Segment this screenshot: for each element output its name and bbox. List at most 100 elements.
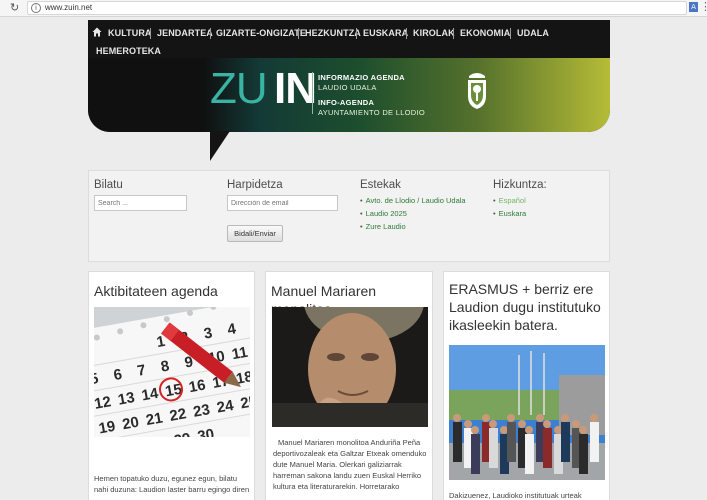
links-title: Estekak <box>360 179 401 191</box>
person-head <box>590 414 598 422</box>
calendar-day: 11 <box>230 344 249 363</box>
person-head <box>471 426 479 434</box>
language-label: Euskara <box>498 209 527 218</box>
person-head <box>572 420 580 428</box>
person-silhouette <box>453 422 462 462</box>
portrait-photo[interactable] <box>272 307 428 427</box>
home-icon[interactable] <box>92 27 102 37</box>
calendar-day: 19 <box>97 418 116 437</box>
group-photo-illustration <box>449 345 605 480</box>
link-laudio-2025[interactable]: • Laudio 2025 <box>360 209 407 218</box>
card-manuel-maria[interactable]: Manuel Mariaren monolitoa Manuel Mariare… <box>265 271 433 500</box>
person-head <box>579 426 587 434</box>
link-zure-laudio[interactable]: • Zure Laudio <box>360 222 406 231</box>
language-option-espanol[interactable]: • Español <box>493 196 526 205</box>
excerpt-line: Hemen topatuko duzu, egunez egun, bilatu <box>94 474 238 483</box>
nav-item-kirolak[interactable]: KIROLAK <box>413 28 455 38</box>
email-input[interactable] <box>227 195 338 211</box>
logo-zu[interactable]: ZU <box>210 67 268 111</box>
person-head <box>543 420 551 428</box>
nav-item-gizarte-ongizate[interactable]: GIZARTE-ONGIZATE <box>216 28 306 38</box>
nav-separator <box>510 28 511 39</box>
card-title[interactable]: Aktibitateen agenda <box>94 282 218 300</box>
calendar-day: 16 <box>188 377 207 397</box>
person-silhouette <box>561 422 570 462</box>
nav-item-jendartea[interactable]: JENDARTEA <box>157 28 213 38</box>
person-head <box>518 420 526 428</box>
info-panel: Bilatu Harpidetza Bidali/Enviar Estekak … <box>88 170 610 262</box>
nav-separator <box>298 28 299 39</box>
person-head <box>482 414 490 422</box>
municipal-crest-icon <box>468 73 486 109</box>
translate-icon[interactable]: A <box>689 2 698 12</box>
browser-menu-icon[interactable]: ⋮ <box>700 0 707 13</box>
link-label: Avto. de Llodio / Laudio Udala <box>365 196 466 205</box>
person-head <box>489 420 497 428</box>
person-silhouette <box>507 422 516 462</box>
excerpt-line: Manuel Mariaren monolitoa Anduriña Peña <box>278 438 421 447</box>
reload-icon[interactable]: ↻ <box>10 1 19 14</box>
tagline-4: AYUNTAMIENTO DE LLODIO <box>318 108 426 117</box>
nav-item-kultura[interactable]: KULTURA <box>108 28 152 38</box>
nav-item-ekonomia[interactable]: EKONOMIA <box>460 28 510 38</box>
person-silhouette <box>471 434 480 474</box>
person-silhouette <box>489 428 498 468</box>
excerpt-line: Dakizuenez, Laudioko institutuak urteak <box>449 491 582 500</box>
logo-in[interactable]: IN <box>274 67 317 111</box>
calendar-day: 30 <box>196 426 215 437</box>
search-title: Bilatu <box>94 179 123 191</box>
tagline-1: INFORMAZIO AGENDA <box>318 73 405 82</box>
excerpt-line: nahi duzuna: Laudion laster barru egingo… <box>94 485 250 494</box>
person-silhouette <box>579 434 588 474</box>
nav-item-euskara[interactable]: EUSKARA <box>363 28 408 38</box>
person-head <box>561 414 569 422</box>
tagline-3: INFO-AGENDA <box>318 98 375 107</box>
address-bar[interactable]: i www.zuin.net <box>27 1 687 15</box>
language-option-euskara[interactable]: • Euskara <box>493 209 526 218</box>
calendar-day: 23 <box>192 401 211 421</box>
nav-separator <box>453 28 454 39</box>
nav-item-hemeroteka[interactable]: HEMEROTEKA <box>96 46 161 56</box>
search-input[interactable] <box>94 195 187 211</box>
person-silhouette <box>525 434 534 474</box>
tagline-2: LAUDIO UDALA <box>318 83 377 92</box>
calendar-image[interactable]: 1234567891011121314151617181920212223242… <box>94 307 250 437</box>
page-info-icon[interactable]: i <box>31 3 41 13</box>
group-photo[interactable] <box>449 345 605 480</box>
person-head <box>554 426 562 434</box>
card-title[interactable]: ERASMUS + berriz ere Laudion dugu instit… <box>449 280 609 334</box>
link-label: Laudio 2025 <box>365 209 407 218</box>
link-label: Zure Laudio <box>365 222 406 231</box>
calendar-day: 25 <box>239 393 250 413</box>
nav-item-udala[interactable]: UDALA <box>517 28 549 38</box>
speech-bubble-tail <box>210 131 230 161</box>
subscription-title: Harpidetza <box>227 179 283 191</box>
person-silhouette <box>590 422 599 462</box>
nav-separator <box>406 28 407 39</box>
person-head <box>453 414 461 422</box>
card-activity-agenda[interactable]: Aktibitateen agenda 12345678910111213141… <box>88 271 255 500</box>
calendar-day: 20 <box>121 414 140 434</box>
calendar-day: 22 <box>168 405 187 425</box>
link-llodio-udala[interactable]: • Avto. de Llodio / Laudio Udala <box>360 196 466 205</box>
card-erasmus[interactable]: ERASMUS + berriz ere Laudion dugu instit… <box>443 271 610 500</box>
calendar-day: 13 <box>117 389 136 409</box>
person-head <box>525 426 533 434</box>
person-head <box>536 414 544 422</box>
language-title: Hizkuntza: <box>493 179 547 191</box>
person-head <box>464 420 472 428</box>
excerpt-line: deportivozaleak eta Galtzar Etxeak omend… <box>273 449 427 458</box>
card-excerpt: Dakizuenez, Laudioko institutuak urteak <box>449 490 609 500</box>
person-head <box>500 426 508 434</box>
main-navigation: KULTURA JENDARTEA GIZARTE-ONGIZATE HEZKU… <box>88 20 610 60</box>
excerpt-line: harreman sakona landu zuen Euskal Herrik… <box>273 471 421 480</box>
excerpt-line: dute Manuel Maria. Olerkari galiziarrak <box>273 460 402 469</box>
subscribe-button[interactable]: Bidali/Enviar <box>227 225 283 242</box>
calendar-illustration: 1234567891011121314151617181920212223242… <box>94 307 250 437</box>
nav-item-hezkuntza[interactable]: HEZKUNTZA <box>305 28 361 38</box>
person-head <box>507 414 515 422</box>
nav-separator <box>150 28 151 39</box>
site-header: KULTURA JENDARTEA GIZARTE-ONGIZATE HEZKU… <box>88 20 610 132</box>
calendar-day: 12 <box>94 393 112 413</box>
card-excerpt: Manuel Mariaren monolitoa Anduriña Peña … <box>273 437 432 492</box>
